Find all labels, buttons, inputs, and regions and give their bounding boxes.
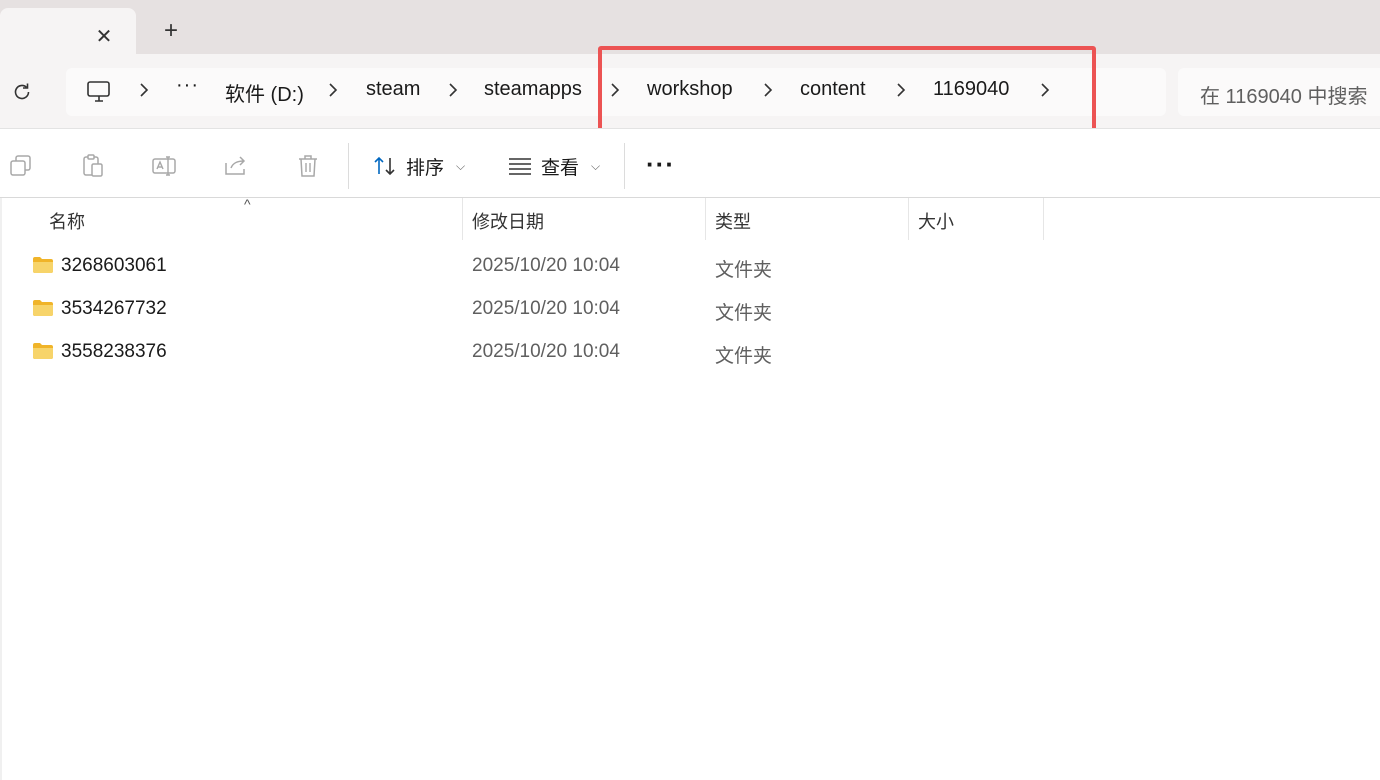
search-placeholder: 在 1169040 中搜索 — [1200, 86, 1368, 108]
sort-icon — [374, 156, 395, 176]
breadcrumb-content[interactable]: content — [800, 78, 866, 101]
column-divider[interactable] — [705, 198, 706, 240]
file-modified: 2025/10/20 10:04 — [472, 341, 620, 362]
paste-icon[interactable] — [80, 153, 106, 179]
chevron-right-icon[interactable] — [761, 80, 775, 100]
sort-label: 排序 — [406, 157, 445, 179]
toolbar-divider — [348, 143, 349, 189]
file-type: 文件夹 — [715, 346, 773, 367]
file-row[interactable]: 3558238376 2025/10/20 10:04 文件夹 — [22, 332, 1042, 374]
view-icon — [509, 158, 531, 175]
chevron-down-icon: ⌵ — [591, 158, 601, 173]
view-button[interactable]: 查看 ⌵ — [507, 151, 600, 181]
column-header-row: ^ 名称 修改日期 类型 大小 — [0, 196, 1380, 240]
chevron-right-icon[interactable] — [137, 80, 151, 100]
toolbar-divider — [624, 143, 625, 189]
file-type: 文件夹 — [715, 303, 773, 324]
chevron-right-icon[interactable] — [1038, 80, 1052, 100]
column-divider[interactable] — [462, 198, 463, 240]
left-pane-edge — [0, 198, 2, 780]
rename-icon[interactable] — [151, 153, 177, 179]
folder-icon — [33, 257, 53, 273]
chevron-right-icon[interactable] — [608, 80, 622, 100]
new-tab-button[interactable]: + — [158, 17, 184, 44]
file-row[interactable]: 3268603061 2025/10/20 10:04 文件夹 — [22, 246, 1042, 288]
file-name: 3534267732 — [61, 298, 167, 319]
breadcrumb-1169040[interactable]: 1169040 — [933, 78, 1009, 101]
column-size[interactable]: 大小 — [918, 208, 954, 234]
chevron-right-icon[interactable] — [894, 80, 908, 100]
column-modified[interactable]: 修改日期 — [472, 208, 544, 234]
folder-icon — [33, 343, 53, 359]
refresh-icon[interactable] — [8, 78, 36, 106]
file-type: 文件夹 — [715, 260, 773, 281]
breadcrumb-workshop[interactable]: workshop — [647, 78, 733, 101]
folder-icon — [33, 300, 53, 316]
breadcrumb-steamapps[interactable]: steamapps — [484, 78, 582, 101]
chevron-right-icon[interactable] — [446, 80, 460, 100]
this-pc-icon[interactable] — [86, 80, 112, 104]
copy-icon[interactable] — [8, 153, 34, 179]
command-bar: 排序 ⌵ 查看 ⌵ ··· — [0, 128, 1380, 198]
delete-icon[interactable] — [295, 153, 321, 179]
tab-current[interactable]: ✕ — [0, 8, 136, 54]
search-input[interactable]: 在 1169040 中搜索 — [1178, 68, 1380, 116]
file-modified: 2025/10/20 10:04 — [472, 298, 620, 319]
breadcrumb-drive[interactable]: 软件 (D:) — [225, 78, 304, 107]
chevron-down-icon: ⌵ — [456, 158, 466, 173]
sort-ascending-icon: ^ — [244, 196, 251, 212]
column-name[interactable]: 名称 — [49, 208, 85, 234]
file-name: 3558238376 — [61, 341, 167, 362]
column-divider[interactable] — [908, 198, 909, 240]
column-divider[interactable] — [1043, 198, 1044, 240]
tab-strip: ✕ + — [0, 0, 1380, 54]
address-row: ··· 软件 (D:) steam steamapps workshop con… — [0, 54, 1380, 128]
breadcrumb-overflow-button[interactable]: ··· — [176, 74, 199, 97]
close-tab-icon[interactable]: ✕ — [92, 24, 116, 48]
view-label: 查看 — [541, 157, 580, 179]
file-modified: 2025/10/20 10:04 — [472, 255, 620, 276]
column-type[interactable]: 类型 — [715, 208, 751, 234]
share-icon[interactable] — [223, 153, 249, 179]
file-row[interactable]: 3534267732 2025/10/20 10:04 文件夹 — [22, 289, 1042, 331]
chevron-right-icon[interactable] — [326, 80, 340, 100]
sort-button[interactable]: 排序 ⌵ — [372, 151, 465, 181]
more-options-button[interactable]: ··· — [646, 149, 675, 180]
breadcrumb-steam[interactable]: steam — [366, 78, 420, 101]
file-name: 3268603061 — [61, 255, 167, 276]
